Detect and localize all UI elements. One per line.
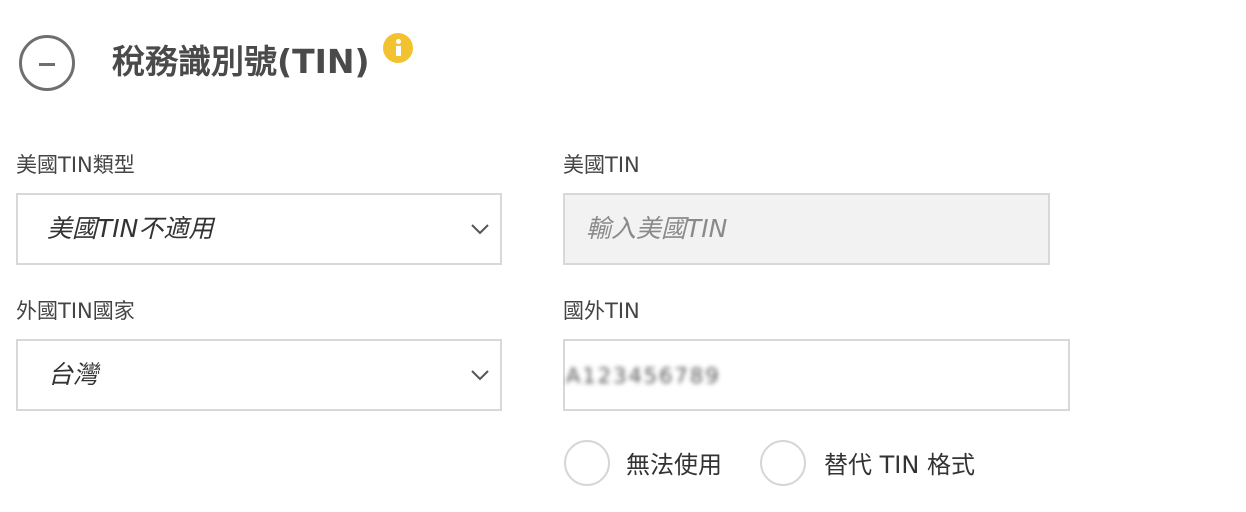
unavailable-label: 無法使用 xyxy=(626,451,722,479)
us-tin-type-label: 美國TIN類型 xyxy=(16,153,135,177)
foreign-tin-label: 國外TIN xyxy=(563,299,640,323)
info-icon[interactable] xyxy=(383,33,413,63)
us-tin-placeholder: 輸入美國TIN xyxy=(586,214,728,243)
alternate-format-label: 替代 TIN 格式 xyxy=(824,451,975,479)
info-icon-stem xyxy=(396,46,401,56)
foreign-tin-country-select[interactable]: 台灣 xyxy=(16,339,502,411)
us-tin-label: 美國TIN xyxy=(563,153,640,177)
info-icon-dot xyxy=(396,39,401,44)
collapse-section-button[interactable] xyxy=(19,35,75,91)
minus-icon xyxy=(39,63,55,66)
us-tin-type-value: 美國TIN不適用 xyxy=(47,214,214,243)
chevron-down-icon xyxy=(471,370,489,381)
unavailable-radio[interactable] xyxy=(564,440,610,486)
us-tin-type-select[interactable]: 美國TIN不適用 xyxy=(16,193,502,265)
foreign-tin-input[interactable]: A123456789 xyxy=(563,339,1070,411)
alternate-format-radio[interactable] xyxy=(760,440,806,486)
foreign-tin-country-label: 外國TIN國家 xyxy=(16,299,135,323)
foreign-tin-country-value: 台灣 xyxy=(48,360,99,389)
section-title: 稅務識別號(TIN) xyxy=(112,42,370,81)
chevron-down-icon xyxy=(471,224,489,235)
us-tin-input[interactable]: 輸入美國TIN xyxy=(563,193,1050,265)
foreign-tin-value: A123456789 xyxy=(566,364,721,388)
